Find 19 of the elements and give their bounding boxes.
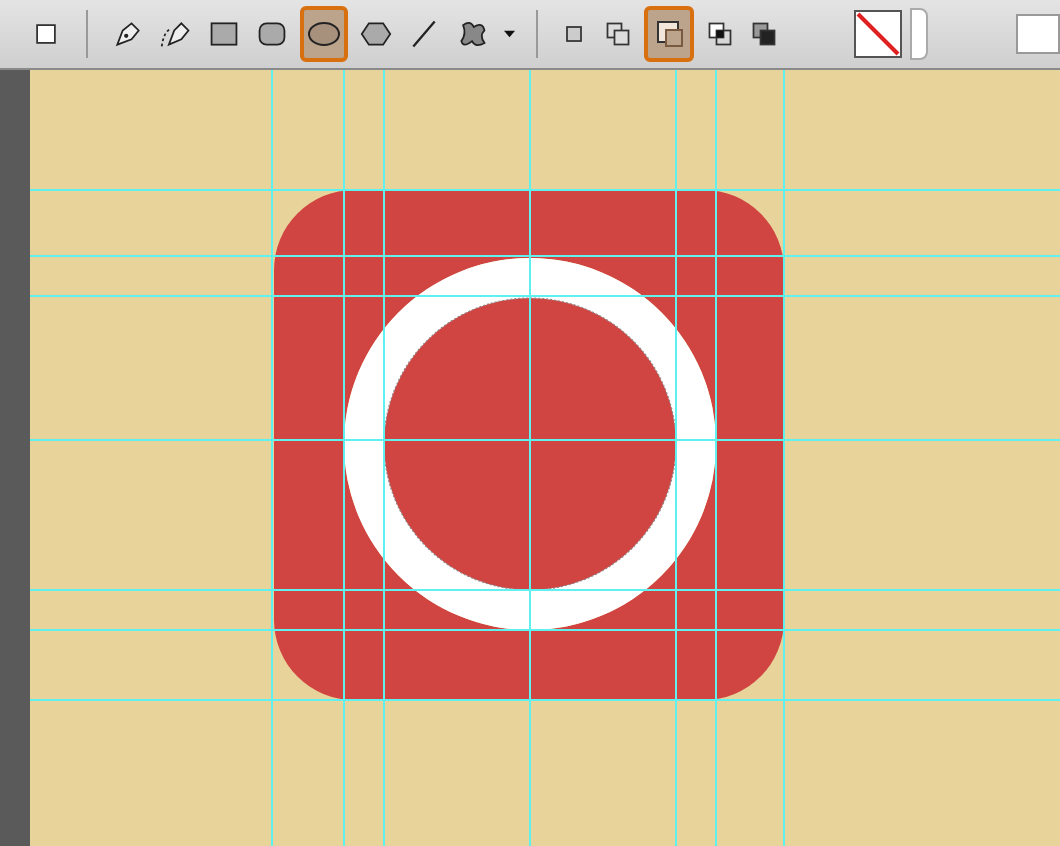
caret-icon[interactable] [504, 30, 516, 38]
freeform-pen-icon [159, 16, 192, 52]
polygon-icon [360, 16, 393, 52]
no-color-icon [856, 12, 901, 56]
ellipse-icon [305, 16, 342, 52]
pen-icon [111, 16, 144, 52]
subtract-mode-button[interactable] [644, 6, 694, 62]
style-field[interactable] [1015, 14, 1060, 54]
intersect-icon [705, 18, 734, 50]
subtract-icon [653, 18, 686, 50]
rounded-rectangle-icon [255, 16, 288, 52]
ellipse-tool-button[interactable] [299, 6, 349, 62]
exclude-icon [749, 18, 778, 50]
add-icon [604, 18, 633, 50]
color-swatch[interactable] [854, 10, 903, 58]
rectangle-icon [207, 16, 240, 52]
line-icon [408, 16, 441, 52]
swatch-dropdown[interactable] [910, 8, 927, 60]
custom-shape-icon [456, 16, 489, 52]
